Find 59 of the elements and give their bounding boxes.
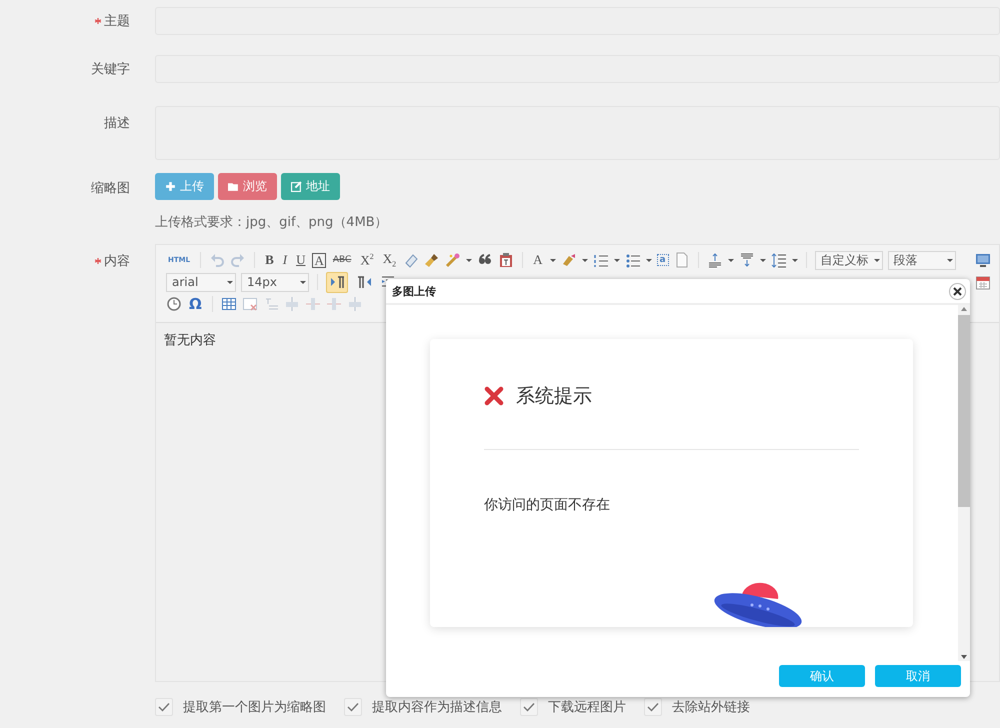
font-size-select[interactable]: 14px [241,272,309,292]
checkbox[interactable] [344,698,362,716]
underline-button[interactable]: U [294,252,308,268]
font-select[interactable]: arial [166,272,236,292]
error-heading: 系统提示 [516,384,592,409]
checkbox-label: 提取内容作为描述信息 [372,699,502,716]
checkbox-label: 提取第一个图片为缩略图 [183,699,326,716]
special-char-button[interactable]: Ω [187,295,204,313]
table-icon[interactable] [220,296,237,312]
check-icon [647,702,659,712]
calendar-icon[interactable] [975,274,991,290]
bullet-list-icon[interactable] [624,252,640,268]
scrollbar[interactable] [958,305,970,661]
field-label: 内容 [104,253,130,270]
italic-button[interactable]: I [280,252,290,268]
numbered-list-icon[interactable] [592,252,608,268]
brush-icon[interactable] [424,252,440,268]
font-color-button[interactable]: A [531,252,544,268]
clock-icon[interactable] [166,296,182,312]
checkbox-label: 去除站外链接 [672,699,750,716]
subscript-button[interactable]: X$_{2}$ [380,251,398,269]
align-top-icon[interactable] [706,252,723,268]
checkbox[interactable] [644,698,662,716]
highlighter-icon[interactable] [560,252,576,268]
error-icon [484,386,504,406]
checkbox[interactable] [520,698,538,716]
scroll-up-icon[interactable] [960,305,968,313]
paragraph-select[interactable]: 段落 [888,250,956,270]
eraser-icon[interactable] [403,252,420,268]
field-label: 关键字 [91,61,130,78]
clipboard-icon[interactable] [498,252,514,268]
edit-icon [291,181,302,192]
strikethrough-button[interactable]: ABC [330,255,354,265]
field-label: 主题 [104,13,130,30]
close-button[interactable] [949,282,966,300]
line-height-icon[interactable] [770,252,787,268]
wand-icon[interactable] [445,252,462,268]
bold-button[interactable]: B [263,252,276,268]
checkbox-label: 下载远程图片 [548,699,626,716]
plus-icon [165,181,176,192]
check-icon [158,702,170,712]
monitor-icon[interactable] [975,252,991,268]
heading-select[interactable]: 自定义标 [814,250,883,270]
check-icon [523,702,535,712]
check-icon [347,702,359,712]
field-label: 缩略图 [91,180,130,197]
dialog-title: 多图上传 [392,284,436,298]
close-icon [953,286,962,296]
editor-content: 暂无内容 [163,332,217,350]
format-hint: 上传格式要求：jpg、gif、png（4MB） [155,214,389,231]
scroll-down-icon[interactable] [960,653,968,661]
field-label: 描述 [104,115,130,132]
folder-icon [228,181,239,192]
superscript-button[interactable]: X$^{2}$ [358,252,376,268]
checkbox[interactable] [155,698,173,716]
anchor-button[interactable]: a [656,254,669,266]
border-button[interactable]: A [312,252,326,268]
align-bottom-icon[interactable] [738,252,755,268]
error-message: 你访问的页面不存在 [484,496,611,514]
